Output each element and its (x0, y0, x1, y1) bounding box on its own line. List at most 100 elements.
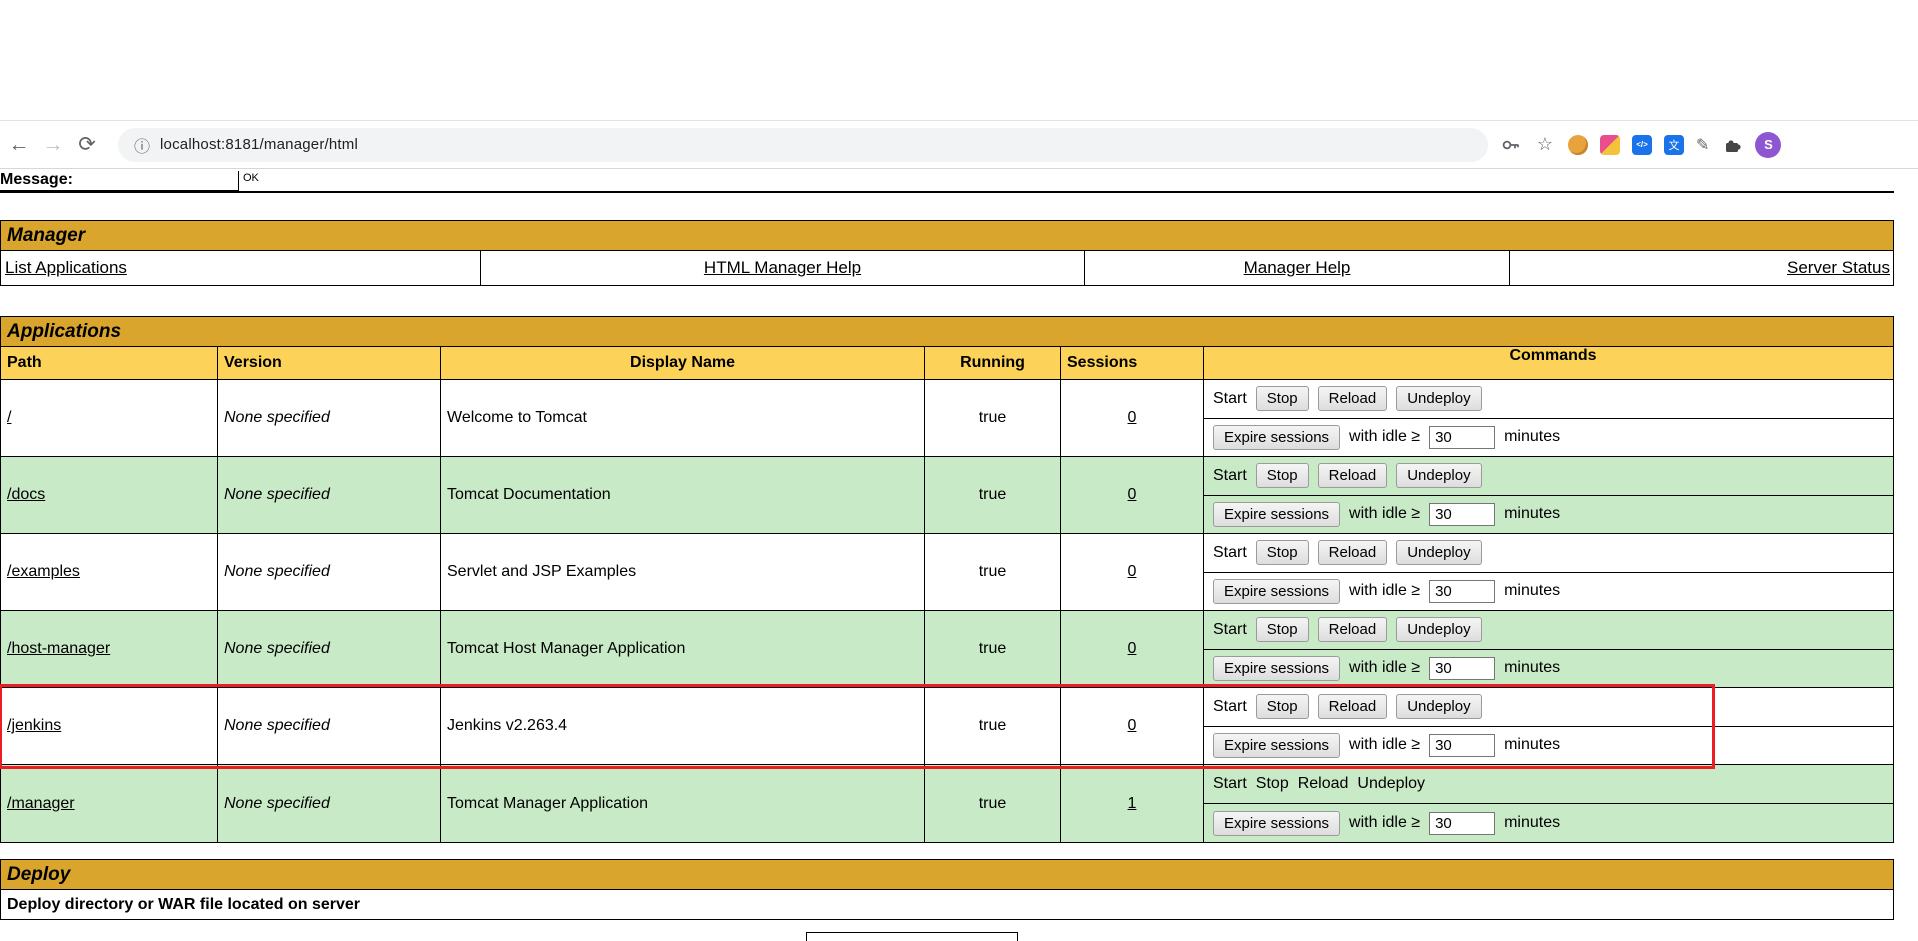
stop-command-disabled: Stop (1255, 775, 1289, 792)
column-header-path: Path (1, 347, 218, 379)
back-icon[interactable]: ← (2, 128, 36, 162)
app-sessions-link[interactable]: 0 (1128, 563, 1137, 581)
app-sessions-link[interactable]: 0 (1128, 640, 1137, 658)
app-version: None specified (224, 563, 330, 580)
browser-toolbar: ← → ⟳ ⓘ localhost:8181/manager/html ☆ </… (0, 120, 1918, 169)
nav-cell: HTML Manager Help (481, 251, 1085, 285)
start-command-disabled: Start (1213, 697, 1247, 715)
reload-button[interactable]: Reload (1317, 463, 1388, 489)
undeploy-button[interactable]: Undeploy (1396, 540, 1482, 566)
table-row-manager: /manager None specified Tomcat Manager A… (1, 765, 1893, 842)
manager-section-title: Manager (0, 220, 1894, 251)
applications-header-row: Path Version Display Name Running Sessio… (1, 347, 1893, 380)
app-sessions-link[interactable]: 1 (1128, 795, 1137, 813)
start-command-disabled: Start (1213, 775, 1247, 792)
undeploy-button[interactable]: Undeploy (1396, 694, 1482, 720)
undeploy-button[interactable]: Undeploy (1396, 617, 1482, 643)
code-extension-icon[interactable]: </> (1632, 134, 1652, 155)
undeploy-command-disabled: Undeploy (1357, 775, 1426, 792)
desktop-whitespace (0, 0, 1918, 120)
nav-cell: List Applications (1, 251, 481, 285)
bookmark-star-icon[interactable]: ☆ (1534, 134, 1556, 156)
app-path-link[interactable]: /manager (7, 795, 75, 813)
idle-minutes-input[interactable] (1429, 811, 1496, 835)
expire-sessions-button[interactable]: Expire sessions (1213, 578, 1341, 604)
app-version: None specified (224, 409, 330, 426)
extensions-puzzle-icon[interactable] (1721, 134, 1743, 156)
color-extension-icon[interactable] (1600, 134, 1620, 155)
app-sessions-link[interactable]: 0 (1128, 717, 1137, 735)
app-display-name: Servlet and JSP Examples (447, 563, 637, 580)
undeploy-button[interactable]: Undeploy (1396, 386, 1482, 412)
url-text[interactable]: localhost:8181/manager/html (160, 136, 358, 153)
table-row-host-manager: /host-manager None specified Tomcat Host… (1, 611, 1893, 688)
minutes-label: minutes (1504, 814, 1561, 831)
html-manager-help-link[interactable]: HTML Manager Help (704, 258, 861, 278)
nav-cell: Manager Help (1085, 251, 1510, 285)
expire-sessions-button[interactable]: Expire sessions (1213, 655, 1341, 681)
app-version: None specified (224, 640, 330, 657)
minutes-label: minutes (1504, 659, 1561, 677)
expire-sessions-button[interactable]: Expire sessions (1213, 424, 1341, 450)
password-key-icon[interactable] (1500, 134, 1522, 156)
stop-button[interactable]: Stop (1255, 540, 1309, 566)
app-path-link[interactable]: /docs (7, 486, 45, 504)
column-header-sessions: Sessions (1061, 347, 1204, 379)
reload-button[interactable]: Reload (1317, 386, 1388, 412)
reload-command-disabled: Reload (1297, 775, 1349, 792)
reload-button[interactable]: Reload (1317, 540, 1388, 566)
column-header-version: Version (218, 347, 441, 379)
list-applications-link[interactable]: List Applications (5, 258, 127, 278)
app-path-link[interactable]: /host-manager (7, 640, 110, 658)
minutes-label: minutes (1504, 736, 1561, 754)
tomcat-manager-page: Message: OK Manager List Applications HT… (0, 171, 1918, 941)
undeploy-button[interactable]: Undeploy (1396, 463, 1482, 489)
app-running: true (978, 794, 1007, 812)
expire-sessions-button[interactable]: Expire sessions (1213, 501, 1341, 527)
app-sessions-link[interactable]: 0 (1128, 409, 1137, 427)
app-running: true (978, 640, 1007, 657)
reload-button[interactable]: Reload (1317, 617, 1388, 643)
applications-section-title: Applications (1, 316, 1893, 347)
stop-button[interactable]: Stop (1255, 617, 1309, 643)
expire-sessions-button[interactable]: Expire sessions (1213, 732, 1341, 758)
app-path-link[interactable]: /jenkins (7, 717, 61, 735)
table-row-examples: /examples None specified Servlet and JSP… (1, 534, 1893, 611)
stop-button[interactable]: Stop (1255, 386, 1309, 412)
minutes-label: minutes (1504, 428, 1561, 446)
idle-minutes-input[interactable] (1429, 579, 1496, 603)
manager-nav-table: List Applications HTML Manager Help Mana… (0, 251, 1894, 286)
idle-minutes-input[interactable] (1429, 425, 1496, 449)
cookie-extension-icon[interactable] (1568, 134, 1588, 155)
forward-icon[interactable]: → (36, 128, 70, 162)
nav-cell: Server Status (1510, 251, 1893, 285)
reload-icon[interactable]: ⟳ (70, 128, 104, 162)
column-header-display-name: Display Name (441, 347, 925, 379)
app-running: true (978, 717, 1007, 734)
idle-minutes-input[interactable] (1429, 733, 1496, 757)
page-info-icon[interactable]: ⓘ (134, 133, 150, 157)
idle-minutes-input[interactable] (1429, 502, 1496, 526)
manager-help-link[interactable]: Manager Help (1244, 258, 1351, 278)
app-path-link[interactable]: / (7, 409, 11, 427)
idle-prefix-label: with idle ≥ (1349, 582, 1421, 600)
address-bar[interactable]: ⓘ localhost:8181/manager/html (118, 127, 1488, 162)
app-display-name: Tomcat Documentation (447, 486, 611, 503)
deploy-path-input[interactable] (806, 932, 1018, 941)
app-path-link[interactable]: /examples (7, 563, 80, 581)
message-value: OK (238, 171, 263, 191)
stop-button[interactable]: Stop (1255, 694, 1309, 720)
server-status-link[interactable]: Server Status (1787, 258, 1890, 278)
app-running: true (978, 409, 1007, 426)
message-row: Message: OK (0, 171, 1894, 193)
reload-button[interactable]: Reload (1317, 694, 1388, 720)
app-sessions-link[interactable]: 0 (1128, 486, 1137, 504)
idle-minutes-input[interactable] (1429, 656, 1496, 680)
app-version: None specified (224, 794, 330, 812)
expire-sessions-button[interactable]: Expire sessions (1213, 810, 1341, 836)
message-label: Message: (0, 171, 238, 191)
pen-extension-icon[interactable]: ✎ (1696, 135, 1709, 155)
stop-button[interactable]: Stop (1255, 463, 1309, 489)
profile-avatar[interactable]: S (1755, 131, 1782, 158)
translate-extension-icon[interactable]: 文 (1664, 134, 1684, 155)
